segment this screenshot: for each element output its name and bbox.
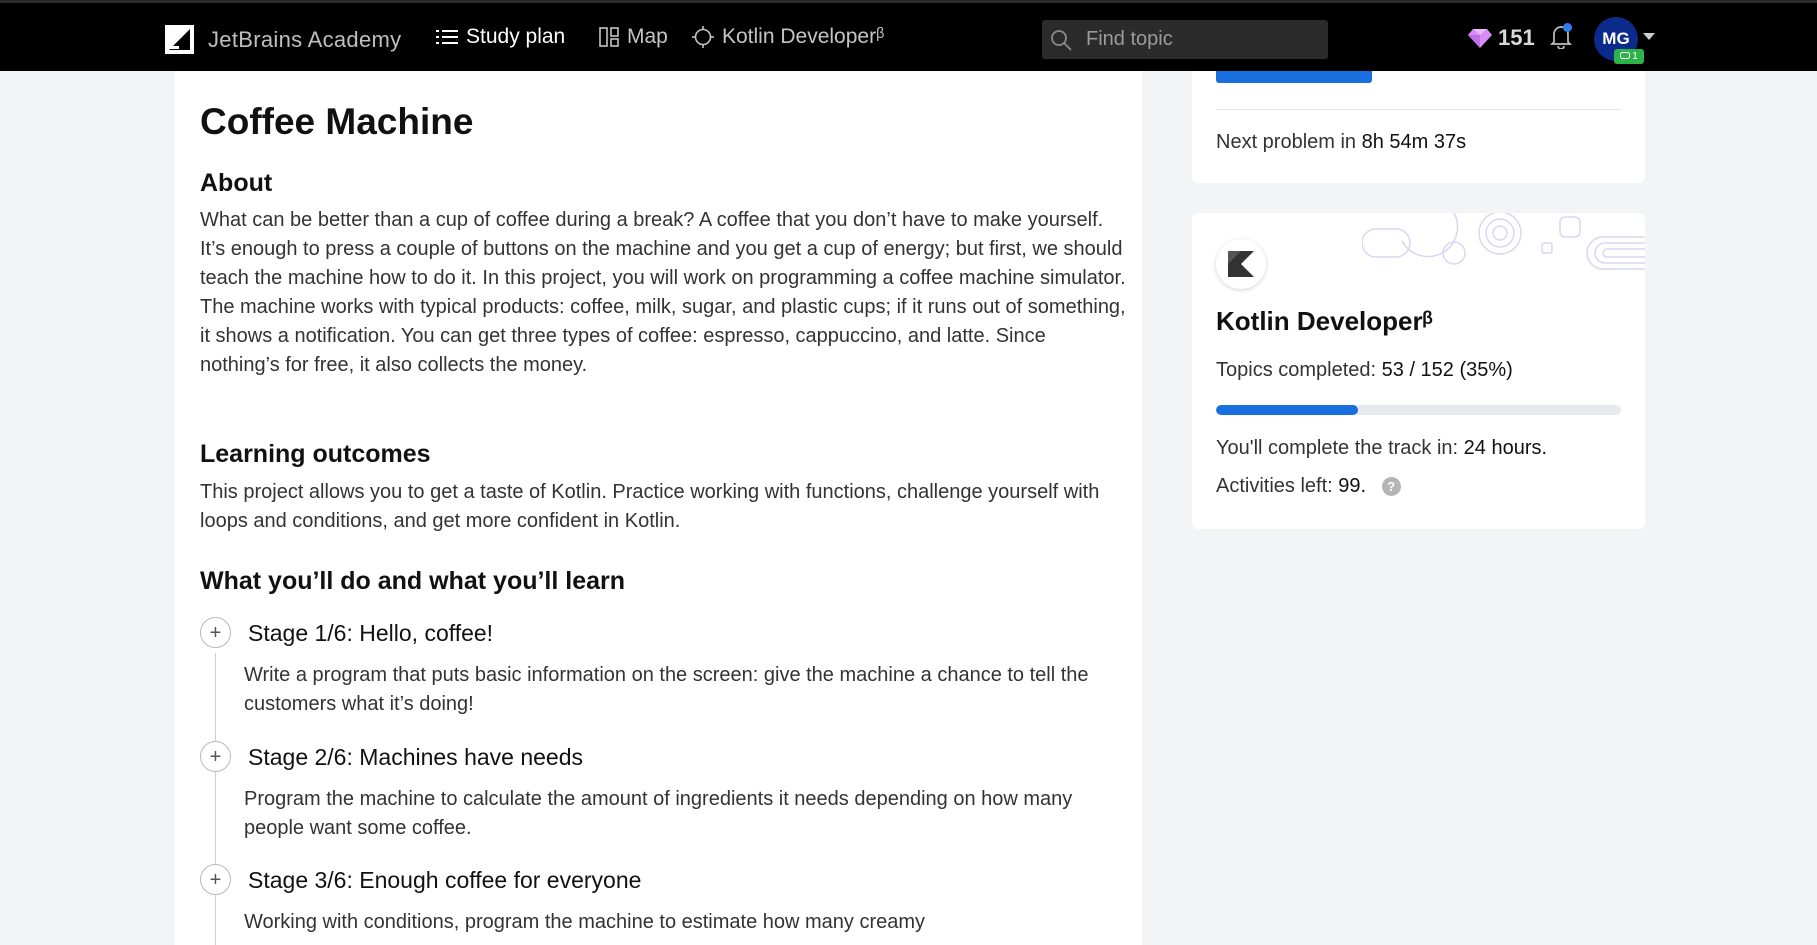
nav-track-label: Kotlin Developerᵝ — [722, 25, 885, 48]
nav-track[interactable]: Kotlin Developerᵝ — [692, 25, 884, 49]
track-eta-value: 24 hours. — [1463, 437, 1548, 459]
help-icon[interactable]: ? — [1381, 477, 1401, 496]
stage-2-desc: Program the machine to calculate the amo… — [244, 788, 1073, 839]
notification-dot — [1563, 23, 1572, 32]
divider — [1216, 109, 1621, 110]
stage-1-expand-icon[interactable]: + — [200, 617, 231, 648]
stage-3-title[interactable]: Stage 3/6: Enough coffee for everyone — [248, 867, 641, 894]
stage-3-desc: Working with conditions, program the mac… — [244, 911, 926, 933]
stage-1-title[interactable]: Stage 1/6: Hello, coffee! — [248, 620, 493, 647]
next-problem-label: Next problem in — [1216, 131, 1357, 153]
track-eta-label: You'll complete the track in: — [1216, 437, 1459, 459]
stage-1-desc: Write a program that puts basic informat… — [244, 664, 1089, 715]
track-icon — [692, 26, 714, 48]
activities-value: 99. — [1338, 475, 1367, 497]
stage-3-expand-icon[interactable]: + — [200, 864, 231, 895]
decorative-shapes-icon — [1362, 213, 1645, 270]
search-input[interactable] — [1086, 28, 1306, 51]
page-title: Coffee Machine — [200, 101, 474, 142]
project-card: Coffee Machine About What can be better … — [175, 71, 1142, 945]
gems-count: 151 — [1498, 25, 1535, 50]
activities-label: Activities left: — [1216, 475, 1333, 497]
search-box[interactable] — [1042, 20, 1328, 59]
stage-2-title[interactable]: Stage 2/6: Machines have needs — [248, 744, 583, 771]
topics-label: Topics completed: — [1216, 359, 1377, 381]
track-title[interactable]: Kotlin Developerᵝ — [1216, 306, 1433, 337]
track-progress-bar — [1216, 405, 1621, 415]
next-problem-timer: 8h 54m 37s — [1361, 131, 1467, 153]
outcomes-heading: Learning outcomes — [200, 440, 431, 468]
nav-study-plan-label: Study plan — [466, 25, 566, 48]
gem-icon — [1468, 29, 1492, 48]
continue-button[interactable] — [1216, 71, 1372, 83]
brand-logo-link[interactable]: JetBrains Academy — [165, 25, 401, 54]
stages-heading: What you’ll do and what you’ll learn — [200, 567, 626, 595]
list-icon — [436, 30, 458, 44]
outcomes-text: This project allows you to get a taste o… — [200, 481, 1100, 532]
top-navbar: JetBrains Academy Study plan Map Kotlin … — [0, 0, 1817, 77]
stage-2-expand-icon[interactable]: + — [200, 741, 231, 772]
nav-study-plan[interactable]: Study plan — [436, 25, 565, 49]
jetbrains-logo-icon — [165, 25, 194, 54]
nav-map[interactable]: Map — [599, 25, 668, 49]
about-text: What can be better than a cup of coffee … — [200, 209, 1126, 376]
kotlin-logo-icon — [1216, 239, 1266, 289]
chat-icon — [1620, 52, 1631, 59]
avatar-badge-count: 1 — [1632, 51, 1638, 62]
gems-counter[interactable]: 151 — [1468, 25, 1535, 51]
about-heading: About — [200, 169, 273, 197]
map-icon — [599, 27, 619, 47]
avatar-badge: 1 — [1614, 49, 1644, 64]
stages-timeline — [215, 653, 216, 945]
topics-value: 53 / 152 (35%) — [1381, 359, 1513, 381]
avatar-initials: MG — [1602, 29, 1630, 48]
next-problem-text: Next problem in 8h 54m 37s — [1216, 131, 1466, 154]
track-eta: You'll complete the track in: 24 hours. — [1216, 437, 1547, 460]
track-progress-fill — [1216, 405, 1358, 415]
search-icon — [1051, 29, 1072, 51]
brand-name: JetBrains Academy — [208, 26, 402, 52]
track-card: Kotlin Developerᵝ Topics completed: 53 /… — [1192, 213, 1645, 529]
activities-left: Activities left: 99. ? — [1216, 475, 1401, 498]
nav-map-label: Map — [627, 25, 668, 48]
topics-completed: Topics completed: 53 / 152 (35%) — [1216, 359, 1513, 382]
chevron-down-icon[interactable] — [1643, 33, 1655, 40]
next-problem-card: Next problem in 8h 54m 37s — [1192, 71, 1645, 183]
